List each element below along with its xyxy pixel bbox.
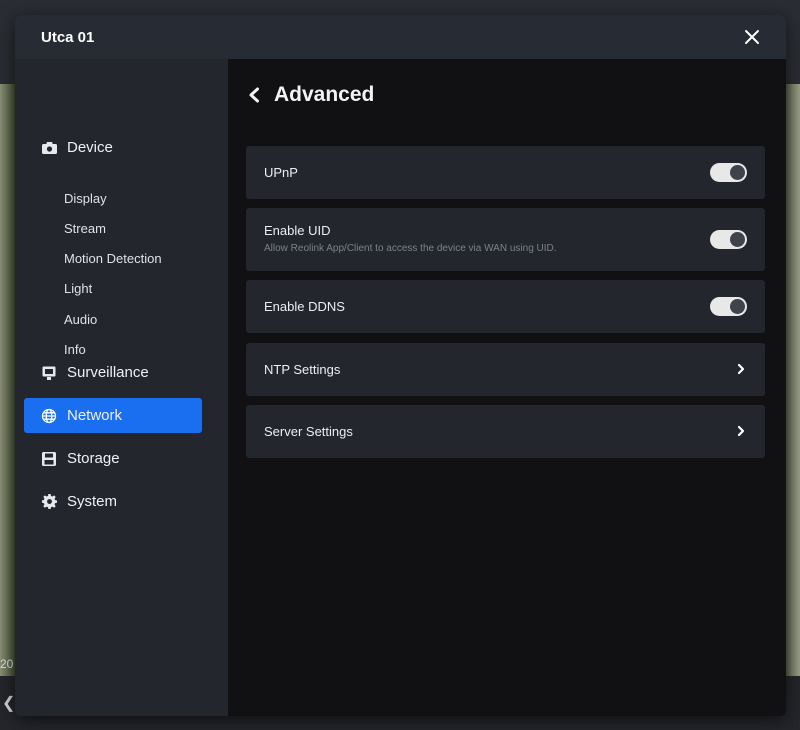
toggle-knob: [730, 165, 745, 180]
gear-icon: [40, 493, 58, 511]
monitor-icon: [40, 364, 58, 382]
floppy-icon: [40, 450, 58, 468]
sidebar-item-label: Surveillance: [67, 364, 149, 381]
setting-row-enable-uid: Enable UID Allow Reolink App/Client to a…: [246, 208, 765, 271]
sidebar-item-label: System: [67, 493, 118, 510]
sidebar-subitem-stream[interactable]: Stream: [64, 221, 106, 236]
toggle-knob: [730, 299, 745, 314]
sidebar-item-surveillance[interactable]: Surveillance: [24, 355, 202, 390]
back-chevron-icon[interactable]: [248, 86, 262, 104]
enable-uid-toggle[interactable]: [710, 230, 747, 249]
setting-label: UPnP: [264, 165, 298, 180]
sidebar-item-system[interactable]: System: [24, 484, 202, 519]
setting-label: Enable UID: [264, 223, 331, 238]
setting-row-server-settings[interactable]: Server Settings: [246, 405, 765, 458]
sidebar-item-label: Storage: [67, 450, 120, 467]
sidebar-subitem-audio[interactable]: Audio: [64, 312, 97, 327]
upnp-toggle[interactable]: [710, 163, 747, 182]
settings-sidebar: Device Display Stream Motion Detection L…: [15, 59, 228, 716]
setting-description: Allow Reolink App/Client to access the d…: [264, 243, 557, 254]
sidebar-subitem-motion-detection[interactable]: Motion Detection: [64, 251, 162, 266]
page-title: Advanced: [274, 83, 375, 106]
chevron-left-icon[interactable]: ❮: [2, 693, 15, 713]
sidebar-item-label: Device: [67, 139, 113, 156]
sidebar-subitem-display[interactable]: Display: [64, 191, 107, 206]
setting-row-ntp-settings[interactable]: NTP Settings: [246, 343, 765, 396]
modal-title: Utca 01: [41, 28, 95, 46]
sidebar-subitem-light[interactable]: Light: [64, 281, 92, 296]
toggle-knob: [730, 232, 745, 247]
video-timestamp: 20: [0, 657, 14, 671]
setting-label: Server Settings: [264, 424, 353, 439]
close-icon[interactable]: [742, 27, 762, 47]
sidebar-item-device[interactable]: Device: [24, 130, 202, 165]
settings-modal: Utca 01 Device Display Stream Motion Det…: [15, 15, 786, 716]
setting-label: NTP Settings: [264, 362, 341, 377]
setting-row-enable-ddns: Enable DDNS: [246, 280, 765, 333]
sidebar-item-network[interactable]: Network: [24, 398, 202, 433]
sidebar-item-label: Network: [67, 407, 123, 424]
camera-icon: [40, 139, 58, 157]
setting-label: Enable DDNS: [264, 299, 345, 314]
chevron-right-icon: [737, 425, 747, 437]
chevron-right-icon: [737, 363, 747, 375]
settings-content: Advanced UPnP Enable UID Allow Reolink A…: [228, 59, 786, 716]
sidebar-item-storage[interactable]: Storage: [24, 441, 202, 476]
page-header: Advanced: [248, 83, 374, 107]
modal-header: Utca 01: [15, 15, 786, 59]
globe-icon: [40, 407, 58, 425]
setting-row-upnp: UPnP: [246, 146, 765, 199]
enable-ddns-toggle[interactable]: [710, 297, 747, 316]
